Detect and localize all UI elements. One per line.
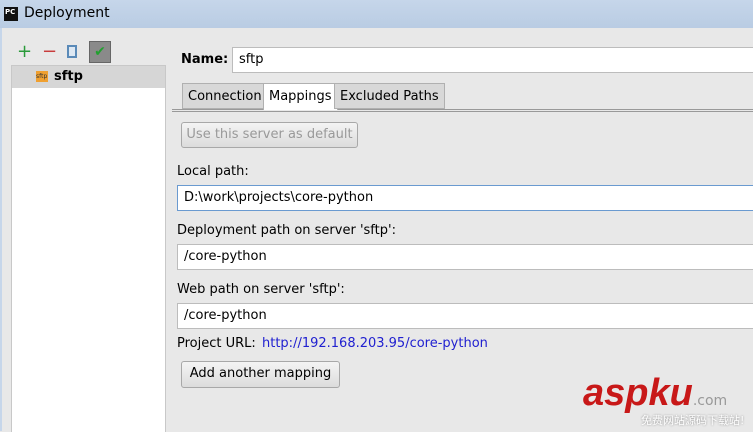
- server-name: sftp: [54, 69, 83, 84]
- web-path-label: Web path on server 'sftp':: [177, 282, 345, 297]
- web-path-input[interactable]: /core-python: [177, 303, 753, 329]
- list-item[interactable]: sftp sftp: [12, 66, 165, 88]
- remove-icon[interactable]: −: [42, 43, 57, 61]
- local-path-input[interactable]: D:\work\projects\core-python: [177, 185, 753, 211]
- add-icon[interactable]: +: [17, 43, 32, 61]
- name-input[interactable]: sftp: [232, 47, 753, 73]
- default-server-icon[interactable]: ✔: [89, 41, 111, 63]
- watermark: aspku.com 免费网站源码下载站!: [583, 372, 745, 427]
- use-default-button[interactable]: Use this server as default: [181, 122, 358, 148]
- sftp-icon: sftp: [36, 71, 48, 82]
- copy-icon[interactable]: [67, 45, 77, 58]
- add-mapping-button[interactable]: Add another mapping: [181, 361, 340, 388]
- project-url-label: Project URL:: [177, 336, 256, 351]
- project-url-link[interactable]: http://192.168.203.95/core-python: [262, 336, 488, 351]
- deployment-path-label: Deployment path on server 'sftp':: [177, 223, 396, 238]
- window-title: Deployment: [24, 5, 110, 21]
- tab-connection[interactable]: Connection: [182, 83, 268, 109]
- tab-mappings[interactable]: Mappings: [263, 83, 338, 110]
- title-bar: PC Deployment: [0, 0, 753, 28]
- name-label: Name:: [181, 52, 229, 67]
- deployment-path-input[interactable]: /core-python: [177, 244, 753, 270]
- app-icon: PC: [4, 7, 18, 21]
- server-list: sftp sftp: [11, 65, 166, 432]
- tab-excluded-paths[interactable]: Excluded Paths: [334, 83, 445, 109]
- local-path-label: Local path:: [177, 164, 249, 179]
